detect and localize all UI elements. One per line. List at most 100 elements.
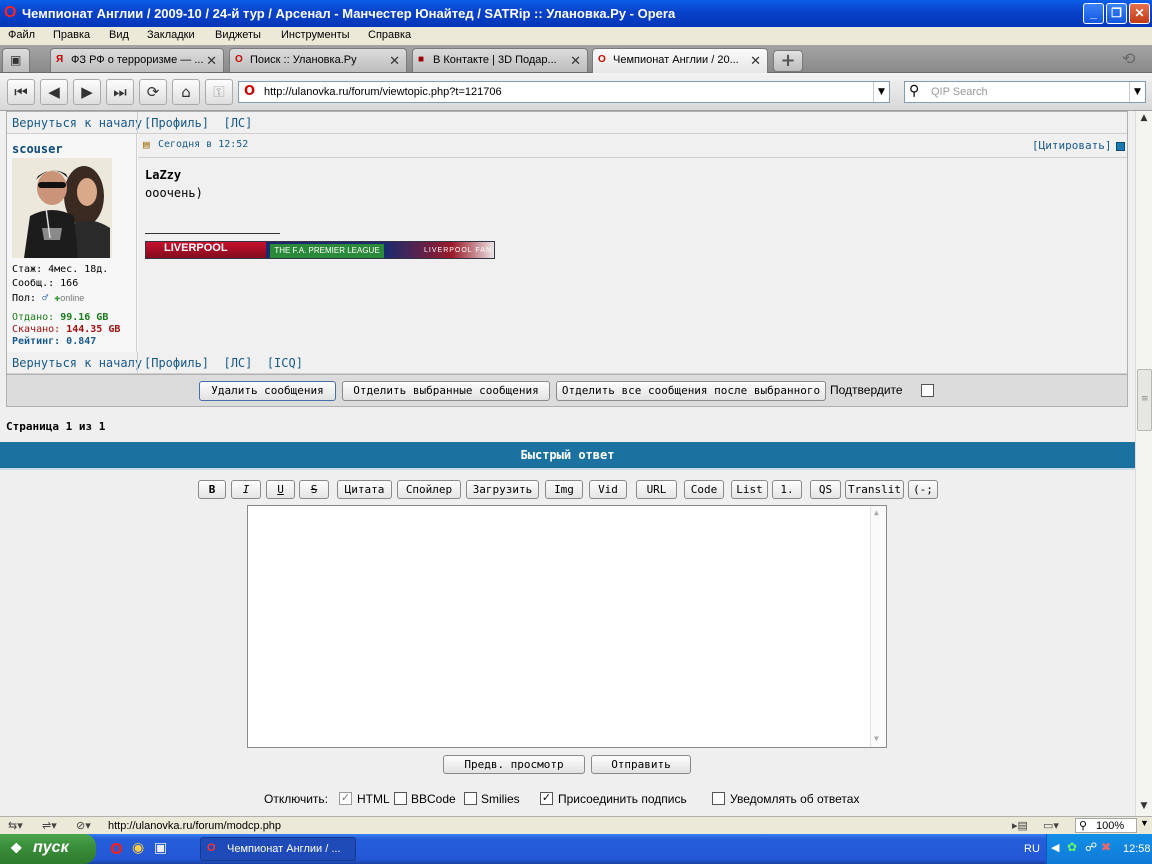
close-tab-icon[interactable]: ✕ bbox=[750, 53, 761, 69]
wand-button[interactable]: ⚿ bbox=[205, 79, 233, 105]
signature-checkbox[interactable]: ✓ bbox=[540, 792, 553, 805]
tab-vkontakte[interactable]: ■ В Контакте | 3D Подар... ✕ bbox=[412, 48, 588, 72]
reload-button[interactable]: ⟳ bbox=[139, 79, 167, 105]
fast-forward-button[interactable]: ⏭ bbox=[106, 79, 134, 105]
menu-help[interactable]: Справка bbox=[368, 29, 411, 41]
underline-button[interactable]: U bbox=[266, 480, 295, 499]
new-tab-button[interactable]: + bbox=[773, 50, 803, 72]
list-button[interactable]: List bbox=[731, 480, 768, 499]
zoom-control[interactable]: ⚲ 100% bbox=[1075, 818, 1137, 833]
bbcode-checkbox[interactable] bbox=[394, 792, 407, 805]
img-button[interactable]: Img bbox=[545, 480, 583, 499]
page-scrollbar[interactable]: ▲ ≡ ▼ bbox=[1135, 111, 1152, 816]
start-button[interactable]: ❖ пуск bbox=[0, 834, 96, 864]
scroll-thumb[interactable]: ≡ bbox=[1137, 369, 1152, 431]
chevron-down-icon[interactable]: ▼ bbox=[1129, 82, 1145, 102]
upload-button[interactable]: Загрузить bbox=[466, 480, 539, 499]
spoiler-button[interactable]: Спойлер bbox=[397, 480, 461, 499]
back-to-top-link[interactable]: Вернуться к началу bbox=[12, 116, 142, 130]
scroll-down-icon[interactable]: ▼ bbox=[1136, 801, 1152, 811]
opera-icon: O bbox=[244, 84, 256, 99]
panel-toggle-button[interactable]: ▣ bbox=[2, 48, 30, 72]
url-button[interactable]: URL bbox=[636, 480, 677, 499]
tab-search-ulanovka[interactable]: O Поиск :: Улановка.Ру ✕ bbox=[229, 48, 407, 72]
reply-options: Отключить: ✓ HTML BBCode Smilies ✓ Присо… bbox=[264, 791, 884, 807]
turbo-icon[interactable]: ⊘▾ bbox=[76, 819, 91, 832]
chevron-down-icon[interactable]: ▼ bbox=[873, 82, 889, 102]
menu-widgets[interactable]: Виджеты bbox=[215, 29, 261, 41]
close-tab-icon[interactable]: ✕ bbox=[389, 53, 400, 69]
scroll-up-icon[interactable]: ▲ bbox=[874, 508, 879, 517]
address-input[interactable]: http://ulanovka.ru/forum/viewtopic.php?t… bbox=[264, 86, 502, 98]
opera-quicklaunch-icon[interactable]: O bbox=[110, 840, 123, 858]
desktop-icon[interactable]: ▣ bbox=[154, 840, 167, 856]
split-selected-button[interactable]: Отделить выбранные сообщения bbox=[342, 381, 550, 401]
icq-icon[interactable]: ✿ bbox=[1067, 840, 1077, 854]
select-post-icon[interactable] bbox=[1116, 142, 1125, 151]
search-input[interactable]: QIP Search bbox=[931, 86, 988, 98]
profile-pm-links[interactable]: [Профиль] [ЛС] bbox=[144, 116, 252, 130]
scroll-down-icon[interactable]: ▼ bbox=[874, 734, 879, 743]
taskbar-opera-window[interactable]: O Чемпионат Англии / ... bbox=[200, 837, 356, 861]
delete-messages-button[interactable]: Удалить сообщения bbox=[199, 381, 336, 401]
tab-terrorism-law[interactable]: Я ФЗ РФ о терроризме — ... ✕ bbox=[50, 48, 224, 72]
ordered-list-button[interactable]: 1. bbox=[772, 480, 802, 499]
navigation-bar: ⏮ ◀ ▶ ⏭ ⟳ ⌂ ⚿ O http://ulanovka.ru/forum… bbox=[0, 73, 1152, 111]
transfer-icon[interactable]: ⇌▾ bbox=[42, 819, 57, 832]
menu-file[interactable]: Файл bbox=[8, 29, 35, 41]
menu-view[interactable]: Вид bbox=[109, 29, 129, 41]
tools-icon[interactable]: ⇆▾ bbox=[8, 819, 23, 832]
minimize-button[interactable]: _ bbox=[1083, 3, 1104, 24]
submit-button[interactable]: Отправить bbox=[591, 755, 691, 774]
tab-premier-league[interactable]: O Чемпионат Англии / 20... ✕ bbox=[592, 48, 768, 73]
bold-button[interactable]: B bbox=[198, 480, 226, 499]
italic-button[interactable]: I bbox=[231, 480, 261, 499]
message-textarea[interactable]: ▲ ▼ bbox=[247, 505, 887, 748]
menu-edit[interactable]: Правка bbox=[53, 29, 90, 41]
textarea-scrollbar[interactable]: ▲ ▼ bbox=[870, 506, 886, 747]
address-bar[interactable]: O http://ulanovka.ru/forum/viewtopic.php… bbox=[238, 81, 890, 103]
quote-button[interactable]: Цитата bbox=[337, 480, 392, 499]
split-after-button[interactable]: Отделить все сообщения после выбранного bbox=[556, 381, 826, 401]
quote-link[interactable]: [Цитировать] bbox=[1032, 139, 1111, 152]
qs-button[interactable]: QS bbox=[810, 480, 841, 499]
taskbar: ❖ пуск O ◉ ▣ O Чемпионат Англии / ... RU… bbox=[0, 834, 1152, 864]
volume-icon[interactable]: ✖ bbox=[1101, 840, 1111, 854]
chevron-down-icon[interactable]: ▼ bbox=[1140, 818, 1149, 828]
menu-tools[interactable]: Инструменты bbox=[281, 29, 350, 41]
notify-checkbox[interactable] bbox=[712, 792, 725, 805]
smilies-checkbox[interactable] bbox=[464, 792, 477, 805]
html-checkbox[interactable]: ✓ bbox=[339, 792, 352, 805]
maximize-button[interactable]: ❐ bbox=[1106, 3, 1127, 24]
vid-button[interactable]: Vid bbox=[589, 480, 627, 499]
translit-button[interactable]: Translit bbox=[845, 480, 904, 499]
strike-button[interactable]: S bbox=[299, 480, 329, 499]
male-icon: ♂ bbox=[42, 293, 49, 304]
smiley-button[interactable]: (-; bbox=[908, 480, 938, 499]
back-to-top-link[interactable]: Вернуться к началу bbox=[12, 356, 142, 370]
back-button[interactable]: ◀ bbox=[40, 79, 68, 105]
search-field[interactable]: ⚲ QIP Search ▼ bbox=[904, 81, 1146, 103]
close-button[interactable]: ✕ bbox=[1129, 3, 1150, 24]
post-author-name[interactable]: scouser bbox=[12, 142, 63, 156]
home-button[interactable]: ⌂ bbox=[172, 79, 200, 105]
title-bar[interactable]: O Чемпионат Англии / 2009-10 / 24-й тур … bbox=[0, 0, 1152, 27]
panel-icon[interactable]: ▸▤ bbox=[1012, 819, 1028, 832]
menu-bookmarks[interactable]: Закладки bbox=[147, 29, 195, 41]
forward-button[interactable]: ▶ bbox=[73, 79, 101, 105]
scroll-up-icon[interactable]: ▲ bbox=[1136, 113, 1152, 123]
tray-expand-icon[interactable]: ◀ bbox=[1051, 841, 1059, 854]
network-icon[interactable]: ☍ bbox=[1085, 840, 1097, 854]
language-indicator[interactable]: RU bbox=[1024, 843, 1040, 855]
preview-button[interactable]: Предв. просмотр bbox=[443, 755, 585, 774]
confirm-checkbox[interactable] bbox=[921, 384, 934, 397]
code-button[interactable]: Code bbox=[684, 480, 724, 499]
media-player-icon[interactable]: ◉ bbox=[132, 840, 144, 856]
close-tab-icon[interactable]: ✕ bbox=[570, 53, 581, 69]
rewind-button[interactable]: ⏮ bbox=[7, 79, 35, 105]
trash-tabs-icon[interactable]: ⟲ bbox=[1122, 49, 1135, 68]
view-icon[interactable]: ▭▾ bbox=[1043, 819, 1059, 832]
post-time[interactable]: Сегодня в 12:52 bbox=[158, 139, 248, 150]
profile-pm-icq-links[interactable]: [Профиль] [ЛС] [ICQ] bbox=[144, 356, 303, 370]
close-tab-icon[interactable]: ✕ bbox=[206, 53, 217, 69]
